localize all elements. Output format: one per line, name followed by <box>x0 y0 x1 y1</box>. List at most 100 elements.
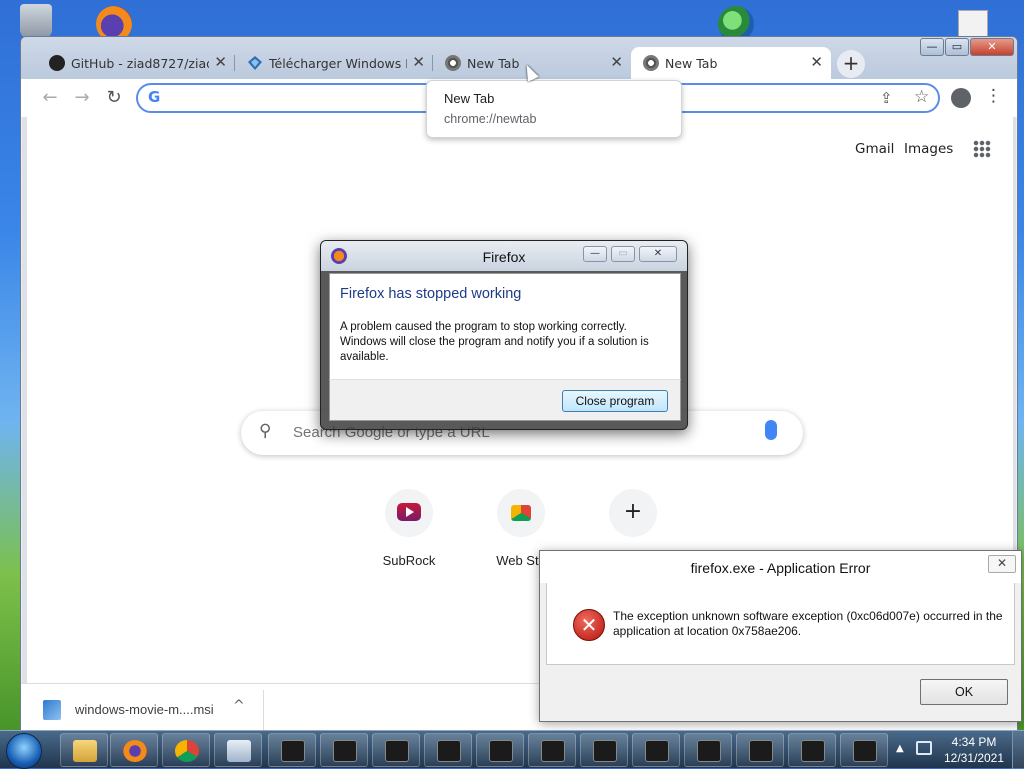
shortcut-tile <box>497 489 545 537</box>
tab-new-tab-2-active[interactable]: New Tab ✕ <box>631 47 831 79</box>
firefox-crash-dialog: Firefox — ▭ ✕ Firefox has stopped workin… <box>320 240 688 430</box>
maximize-button[interactable]: ▭ <box>945 38 969 56</box>
application-error-dialog: firefox.exe - Application Error ✕ ✕ The … <box>539 550 1022 722</box>
taskbar-running-item[interactable] <box>528 733 576 767</box>
images-link[interactable]: Images <box>904 141 953 157</box>
chrome-icon <box>445 55 461 71</box>
shortcut-subrock[interactable]: SubRock <box>359 489 459 568</box>
gmail-link[interactable]: Gmail <box>855 141 894 157</box>
profile-avatar-icon[interactable] <box>951 88 971 108</box>
tab-title: New Tab <box>665 55 718 71</box>
bookmark-star-icon[interactable]: ☆ <box>914 87 929 107</box>
web-store-icon <box>511 505 531 521</box>
chevron-up-icon[interactable]: ^ <box>233 698 245 714</box>
tab-telecharger[interactable]: Télécharger Windows Movie ✕ <box>235 47 433 79</box>
taskbar-running-item[interactable] <box>684 733 732 767</box>
clock-date[interactable]: 12/31/2021 <box>940 751 1008 765</box>
bug-icon <box>333 740 357 762</box>
share-icon[interactable]: ⇪ <box>880 89 893 107</box>
clock-time[interactable]: 4:34 PM <box>944 735 1004 749</box>
search-icon: ⚲ <box>259 421 272 441</box>
recycle-bin-icon[interactable] <box>20 4 52 38</box>
bug-icon <box>697 740 721 762</box>
dialog-titlebar: firefox.exe - Application Error ✕ <box>540 551 1021 583</box>
dialog-heading: Firefox has stopped working <box>340 286 522 302</box>
taskbar-chrome[interactable] <box>162 733 210 767</box>
taskbar-running-item[interactable] <box>632 733 680 767</box>
bug-icon <box>281 740 305 762</box>
tab-strip: GitHub - ziad8727/ziad8727 ✕ Télécharger… <box>21 37 1017 83</box>
taskbar-app[interactable] <box>214 733 262 767</box>
taskbar-running-item[interactable] <box>320 733 368 767</box>
close-window-button[interactable]: ✕ <box>970 38 1014 56</box>
tab-title: Télécharger Windows Movie <box>269 55 407 71</box>
chrome-icon <box>643 55 659 71</box>
tab-github[interactable]: GitHub - ziad8727/ziad8727 ✕ <box>37 47 235 79</box>
taskbar: ▲ 4:34 PM 12/31/2021 <box>0 730 1024 769</box>
bug-icon <box>645 740 669 762</box>
hover-card-url: chrome://newtab <box>444 112 537 126</box>
taskbar-running-item[interactable] <box>424 733 472 767</box>
bug-icon <box>593 740 617 762</box>
chrome-icon <box>175 740 199 762</box>
bug-icon <box>385 740 409 762</box>
back-button[interactable]: ← <box>39 87 61 109</box>
tab-close-icon[interactable]: ✕ <box>412 53 425 71</box>
taskbar-running-item[interactable] <box>788 733 836 767</box>
dialog-body: ✕ The exception unknown software excepti… <box>546 583 1015 665</box>
bug-icon <box>489 740 513 762</box>
taskbar-running-item[interactable] <box>580 733 628 767</box>
divider <box>263 690 264 730</box>
tray-overflow-icon[interactable]: ▲ <box>896 743 904 754</box>
download-file-name[interactable]: windows-movie-m....msi <box>75 702 214 717</box>
forward-button[interactable]: → <box>71 87 93 109</box>
bug-icon <box>541 740 565 762</box>
bug-icon <box>749 740 773 762</box>
ok-button[interactable]: OK <box>920 679 1008 705</box>
bug-icon <box>801 740 825 762</box>
dialog-title: firefox.exe - Application Error <box>690 560 871 576</box>
dialog-message: A problem caused the program to stop wor… <box>340 321 649 363</box>
firefox-icon <box>123 740 147 762</box>
bug-icon <box>437 740 461 762</box>
tab-title: New Tab <box>467 55 520 71</box>
close-program-button[interactable]: Close program <box>562 390 668 412</box>
taskbar-firefox[interactable] <box>110 733 158 767</box>
google-apps-icon[interactable] <box>973 140 991 158</box>
minimize-button[interactable]: — <box>920 38 944 56</box>
github-icon <box>49 55 65 71</box>
dialog-footer: Close program <box>329 379 681 421</box>
window-app-icon <box>227 740 251 762</box>
add-shortcut[interactable]: + <box>583 489 683 553</box>
tab-close-icon[interactable]: ✕ <box>810 53 823 71</box>
taskbar-running-item[interactable] <box>736 733 784 767</box>
shortcut-tile <box>385 489 433 537</box>
taskbar-running-item[interactable] <box>840 733 888 767</box>
folder-icon <box>73 740 97 762</box>
dialog-body: Firefox has stopped working A problem ca… <box>329 273 681 379</box>
dialog-close-button[interactable]: ✕ <box>988 555 1016 573</box>
taskbar-running-item[interactable] <box>372 733 420 767</box>
dialog-titlebar: Firefox — ▭ ✕ <box>321 241 687 271</box>
dialog-minimize-button[interactable]: — <box>583 246 607 262</box>
add-shortcut-icon: + <box>609 489 657 537</box>
taskbar-running-item[interactable] <box>476 733 524 767</box>
network-icon[interactable] <box>916 741 932 755</box>
chrome-menu-icon[interactable]: ⋮ <box>985 86 1002 106</box>
start-button-icon[interactable] <box>6 733 42 769</box>
taskbar-explorer[interactable] <box>60 733 108 767</box>
tab-close-icon[interactable]: ✕ <box>214 53 227 71</box>
shortcut-label: SubRock <box>382 553 436 568</box>
taskbar-running-item[interactable] <box>268 733 316 767</box>
dialog-message: The exception unknown software exception… <box>613 609 1003 638</box>
reload-button[interactable]: ↻ <box>103 87 125 109</box>
tab-close-icon[interactable]: ✕ <box>610 53 623 71</box>
show-desktop-button[interactable] <box>1012 731 1024 769</box>
dialog-close-button[interactable]: ✕ <box>639 246 677 262</box>
microphone-icon[interactable] <box>765 420 777 440</box>
error-icon: ✕ <box>573 609 605 641</box>
bug-icon <box>853 740 877 762</box>
dialog-maximize-button: ▭ <box>611 246 635 262</box>
tab-title: GitHub - ziad8727/ziad8727 <box>71 55 209 71</box>
new-tab-button[interactable]: + <box>837 50 865 78</box>
